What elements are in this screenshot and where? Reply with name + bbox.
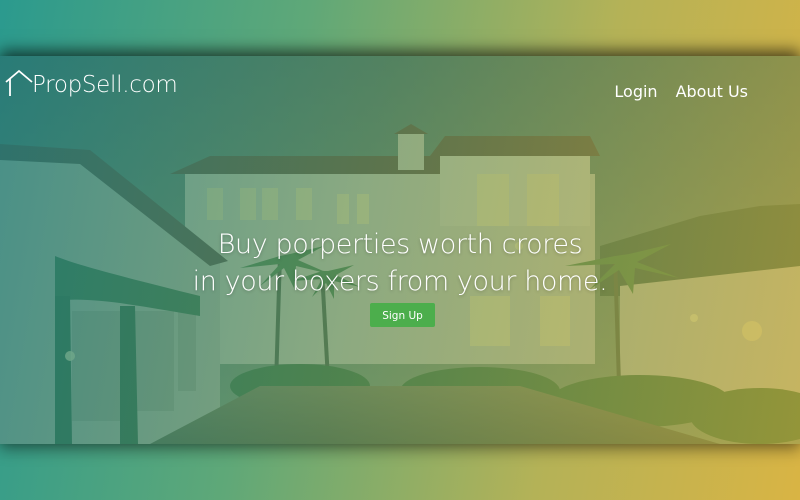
nav-link-about-us[interactable]: About Us: [676, 82, 748, 101]
logo-text: PropSell.com: [32, 72, 178, 98]
house-outline-icon: [5, 69, 33, 96]
top-nav: Login About Us: [614, 82, 748, 101]
sign-up-button[interactable]: Sign Up: [370, 303, 435, 327]
hero-headline-line-1: Buy porperties worth crores: [217, 229, 583, 260]
site-logo[interactable]: PropSell.com: [4, 68, 178, 98]
hero-headline: Buy porperties worth crores in your boxe…: [0, 226, 800, 300]
nav-link-login[interactable]: Login: [614, 82, 657, 101]
hero-headline-line-2: in your boxers from your home.: [192, 266, 608, 297]
